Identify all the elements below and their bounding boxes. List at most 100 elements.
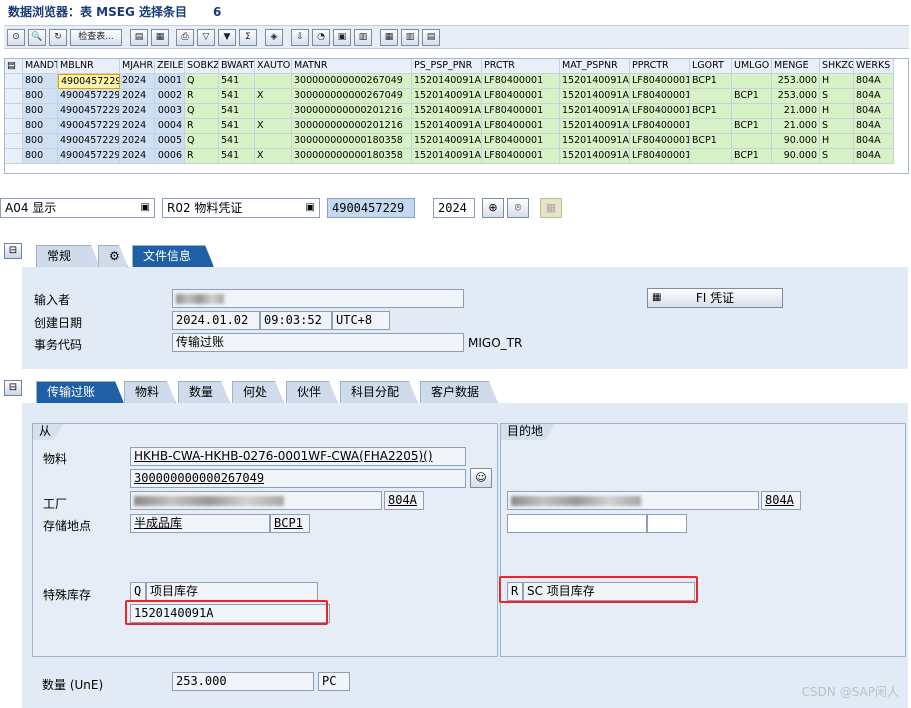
export-icon[interactable]: ⇩ — [291, 29, 309, 46]
table-cell-menge[interactable]: 90.000 — [772, 134, 820, 149]
row-selector[interactable] — [5, 89, 23, 104]
table-cell-matnr[interactable]: 300000000000201216 — [292, 104, 412, 119]
column-header-umlgo[interactable]: UMLGO — [732, 59, 772, 74]
table-cell-ps_psp_pnr[interactable]: 1520140091A — [412, 149, 482, 164]
table-cell-matnr[interactable]: 300000000000201216 — [292, 119, 412, 134]
table-cell-lgort[interactable] — [690, 119, 732, 134]
collapse-item-icon[interactable]: ⊟ — [4, 380, 22, 396]
row-selector[interactable] — [5, 134, 23, 149]
table-cell-werks[interactable]: 804A — [854, 89, 894, 104]
table-cell-zeile[interactable]: 0001 — [155, 74, 185, 89]
to-storage-location-description[interactable] — [507, 514, 647, 533]
sum-icon[interactable]: Σ — [239, 29, 257, 46]
row-icon[interactable]: ▤ — [422, 29, 440, 46]
table-cell-mblnr[interactable]: 4900457229 — [58, 134, 120, 149]
table-cell-umlgo[interactable]: BCP1 — [732, 119, 772, 134]
table-cell-mandt[interactable]: 800 — [23, 119, 58, 134]
table-cell-werks[interactable]: 804A — [854, 74, 894, 89]
tab-transfer-posting[interactable]: 传输过账 — [36, 381, 124, 403]
table-cell-mjahr[interactable]: 2024 — [120, 149, 155, 164]
table-cell-umlgo[interactable] — [732, 104, 772, 119]
table-cell-mjahr[interactable]: 2024 — [120, 89, 155, 104]
column-header-mandt[interactable]: MANDT — [23, 59, 58, 74]
table-cell-mat_pspnr[interactable]: 1520140091A — [560, 119, 630, 134]
table-cell-lgort[interactable]: BCP1 — [690, 134, 732, 149]
table-row[interactable]: 800 4900457229 2024 0001 Q 541 300000000000267… — [5, 74, 910, 89]
table-cell-ps_psp_pnr[interactable]: 1520140091A — [412, 89, 482, 104]
table-cell-mblnr[interactable]: 4900457229 — [58, 89, 120, 104]
table-cell-menge[interactable]: 253.000 — [772, 74, 820, 89]
table-cell-sobkz[interactable]: R — [185, 119, 219, 134]
table-row[interactable]: 800 4900457229 2024 0005 Q 541 300000000000180… — [5, 134, 910, 149]
table-row[interactable]: 800 4900457229 2024 0002 R 541 X 30000000000026… — [5, 89, 910, 104]
table-cell-prctr[interactable]: LF80400001 — [482, 119, 560, 134]
table-cell-menge[interactable]: 90.000 — [772, 149, 820, 164]
column-header-ps_psp_pnr[interactable]: PS_PSP_PNR — [412, 59, 482, 74]
table-cell-mat_pspnr[interactable]: 1520140091A — [560, 104, 630, 119]
select-all-rows-icon[interactable]: ▤ — [5, 59, 23, 74]
details-icon[interactable]: ▤ — [130, 29, 148, 46]
column-header-bwart[interactable]: BWART — [219, 59, 255, 74]
column-header-zeile[interactable]: ZEILE — [155, 59, 185, 74]
table-cell-xauto[interactable]: X — [255, 149, 292, 164]
table-cell-mat_pspnr[interactable]: 1520140091A — [560, 74, 630, 89]
column-header-werks[interactable]: WERKS — [854, 59, 894, 74]
table-cell-pprctr[interactable]: LF80400001 — [630, 74, 690, 89]
table-cell-bwart[interactable]: 541 — [219, 149, 255, 164]
row-selector[interactable] — [5, 104, 23, 119]
tab-partner[interactable]: 伙伴 — [286, 381, 338, 403]
table-cell-werks[interactable]: 804A — [854, 104, 894, 119]
person-icon[interactable]: ☺ — [470, 468, 492, 488]
filter-settings-icon[interactable]: ▼ — [218, 29, 236, 46]
table-cell-sobkz[interactable]: R — [185, 89, 219, 104]
graph-icon[interactable]: ◔ — [312, 29, 330, 46]
table-cell-mblnr[interactable]: 4900457229 — [58, 119, 120, 134]
table-cell-mat_pspnr[interactable]: 1520140091A — [560, 134, 630, 149]
table-cell-lgort[interactable] — [690, 149, 732, 164]
table-cell-ps_psp_pnr[interactable]: 1520140091A — [412, 74, 482, 89]
row-selector[interactable] — [5, 74, 23, 89]
tab-customer-data[interactable]: 客户数据 — [420, 381, 498, 403]
table-row[interactable]: 800 4900457229 2024 0004 R 541 X 30000000000020… — [5, 119, 910, 134]
material-number[interactable]: 300000000000267049 — [130, 469, 466, 488]
collapse-header-icon[interactable]: ⊟ — [4, 243, 22, 259]
table-cell-prctr[interactable]: LF80400001 — [482, 89, 560, 104]
column-header-mblnr[interactable]: MBLNR — [58, 59, 120, 74]
table-cell-prctr[interactable]: LF80400001 — [482, 104, 560, 119]
column-header-xauto[interactable]: XAUTO — [255, 59, 292, 74]
refresh-icon[interactable]: ↻ — [49, 29, 67, 46]
table-cell-lgort[interactable]: BCP1 — [690, 74, 732, 89]
table-cell-zeile[interactable]: 0004 — [155, 119, 185, 134]
table-cell-ps_psp_pnr[interactable]: 1520140091A — [412, 119, 482, 134]
table-cell-prctr[interactable]: LF80400001 — [482, 134, 560, 149]
table-cell-mat_pspnr[interactable]: 1520140091A — [560, 149, 630, 164]
table-cell-matnr[interactable]: 300000000000180358 — [292, 149, 412, 164]
excel-icon[interactable]: ▥ — [354, 29, 372, 46]
table-cell-werks[interactable]: 804A — [854, 134, 894, 149]
table-cell-bwart[interactable]: 541 — [219, 104, 255, 119]
table-cell-umlgo[interactable]: BCP1 — [732, 89, 772, 104]
table-cell-xauto[interactable] — [255, 134, 292, 149]
column-header-prctr[interactable]: PRCTR — [482, 59, 560, 74]
mode-select[interactable]: A04 显示 ▣ — [0, 198, 155, 218]
table-cell-pprctr[interactable]: LF80400001 — [630, 104, 690, 119]
table-cell-xauto[interactable]: X — [255, 89, 292, 104]
table-cell-mandt[interactable]: 800 — [23, 134, 58, 149]
table-cell-shkzg[interactable]: H — [820, 74, 854, 89]
table-cell-zeile[interactable]: 0006 — [155, 149, 185, 164]
abc-analysis-icon[interactable]: ▣ — [333, 29, 351, 46]
table-cell-mblnr[interactable]: 4900457229 — [58, 149, 120, 164]
table-cell-werks[interactable]: 804A — [854, 119, 894, 134]
display-icon[interactable]: 🔍 — [28, 29, 46, 46]
table-cell-sobkz[interactable]: R — [185, 149, 219, 164]
table-cell-prctr[interactable]: LF80400001 — [482, 149, 560, 164]
tab-account-assignment[interactable]: 科目分配 — [340, 381, 418, 403]
table-cell-mjahr[interactable]: 2024 — [120, 134, 155, 149]
year-field[interactable]: 2024 — [433, 198, 475, 218]
table-cell-mblnr[interactable]: 4900457229 — [58, 104, 120, 119]
table-cell-mblnr[interactable]: 4900457229 — [58, 74, 120, 89]
column-header-sobkz[interactable]: SOBKZ — [185, 59, 219, 74]
select-all-icon[interactable]: ▦ — [151, 29, 169, 46]
filter-icon[interactable]: ▽ — [197, 29, 215, 46]
table-cell-shkzg[interactable]: H — [820, 134, 854, 149]
